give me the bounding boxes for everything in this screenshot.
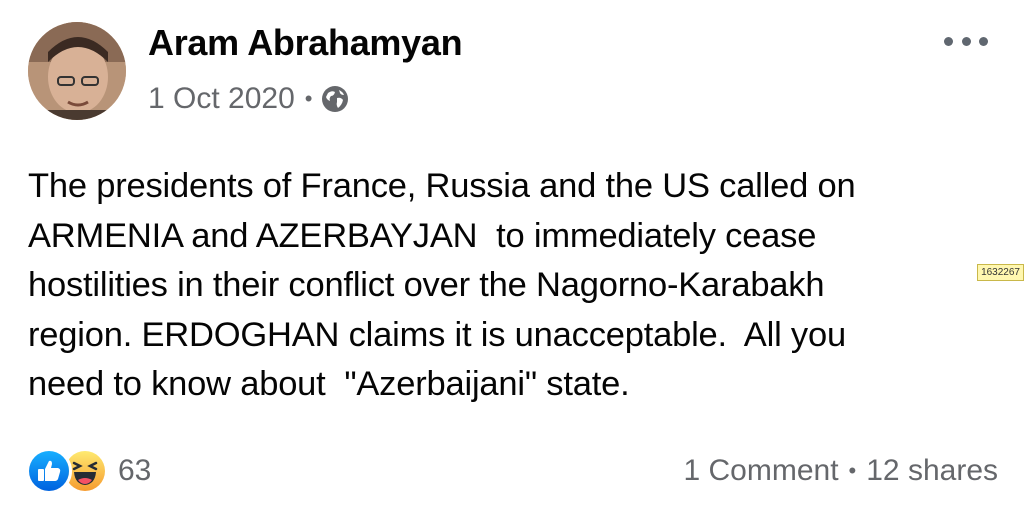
author-avatar[interactable] <box>28 22 126 120</box>
shares-link[interactable]: 12 shares <box>866 454 998 488</box>
post-text: The presidents of France, Russia and the… <box>28 167 856 403</box>
more-options-icon[interactable] <box>944 26 988 56</box>
reaction-count: 63 <box>118 454 152 487</box>
more-dot <box>979 36 988 46</box>
globe-icon <box>320 84 350 114</box>
stats-separator: • <box>848 458 857 483</box>
meta-separator: • <box>304 86 313 111</box>
post-date[interactable]: 1 Oct 2020 <box>148 82 295 116</box>
overlay-tag: 1632267 <box>977 264 1024 281</box>
avatar-photo <box>28 22 126 120</box>
reactions-summary[interactable]: 63 <box>26 448 152 494</box>
comments-link[interactable]: 1 Comment <box>683 454 838 488</box>
post-stats: 1 Comment • 12 shares <box>683 449 998 493</box>
author-name[interactable]: Aram Abrahamyan <box>148 22 463 64</box>
more-dot <box>944 36 953 46</box>
post-meta: 1 Oct 2020 • <box>148 80 350 118</box>
more-dot <box>961 36 971 46</box>
like-reaction-icon <box>26 448 72 494</box>
